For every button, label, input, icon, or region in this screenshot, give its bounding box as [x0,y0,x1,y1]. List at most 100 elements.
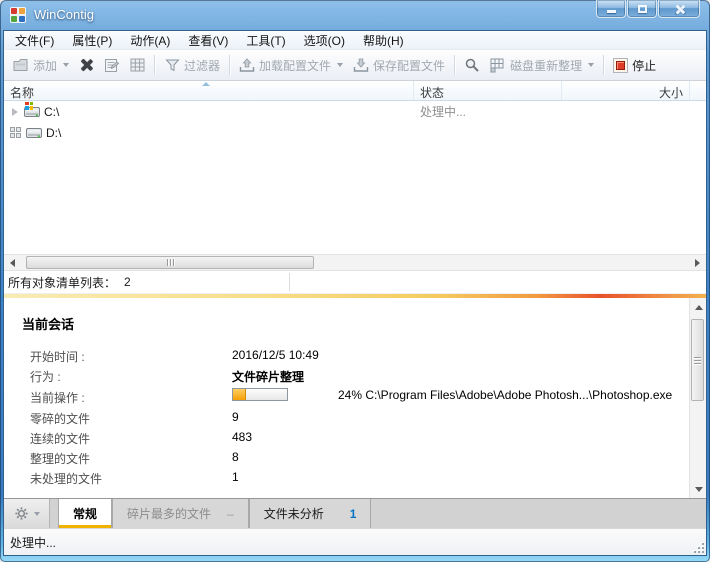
list-item-drive-c[interactable]: C:\ 处理中... [4,101,706,122]
fragmented-files-value: 9 [232,410,239,424]
tab-options-button[interactable] [4,499,50,528]
vertical-scrollbar [689,298,706,498]
client-area: 文件(F) 属性(P) 动作(A) 查看(V) 工具(T) 选项(O) 帮助(H… [3,30,707,556]
operation-progress-bar [232,388,288,401]
app-icon-green-cell [11,16,17,22]
drive-c-name-cell: C:\ [4,101,414,120]
app-icon-orange-cell [19,8,25,14]
add-button[interactable]: 添加 [8,54,74,77]
tab-unanalyzed-label: 文件未分析 [263,507,324,521]
chevron-down-icon[interactable] [337,63,344,67]
window-controls [595,0,700,18]
view-grid-button[interactable] [124,54,150,76]
defragmented-files-label: 整理的文件 [30,452,91,466]
scroll-up-button[interactable] [690,300,706,315]
stop-button[interactable]: 停止 [608,54,661,77]
note-icon [103,57,119,73]
scroll-down-button[interactable] [690,482,706,497]
windows-flag-icon [25,101,33,110]
action-label: 行为 : [30,370,61,384]
menu-action[interactable]: 动作(A) [121,31,179,50]
tab-most-fragmented[interactable]: 碎片最多的文件 – [112,499,249,528]
defrag-button[interactable]: 磁盘重新整理 [485,54,599,77]
toolbar-separator [154,55,156,75]
funnel-icon [164,57,180,73]
arrow-down-icon [694,487,703,492]
magnifier-icon [464,57,480,73]
unprocessed-files-label: 未处理的文件 [30,472,103,486]
resize-grip[interactable] [692,541,704,553]
filter-button[interactable]: 过滤器 [159,54,225,77]
block-grid-icon [490,57,506,73]
start-time-value: 2016/12/5 10:49 [232,348,319,362]
defrag-button-label: 磁盘重新整理 [510,58,583,73]
column-header-size[interactable]: 大小 [562,81,690,100]
arrow-up-icon [694,305,703,310]
action-value: 文件碎片整理 [232,370,305,384]
tray-arrow-down-icon [353,57,369,73]
load-profile-label: 加载配置文件 [259,58,332,73]
properties-button[interactable] [98,54,124,76]
minimize-icon [607,10,616,13]
menu-properties[interactable]: 属性(P) [63,31,121,50]
list-item-drive-d[interactable]: D:\ [4,122,706,143]
tab-general[interactable]: 常规 [58,499,113,528]
contiguous-files-value: 483 [232,430,253,444]
horizontal-scrollbar [4,254,706,271]
load-profile-button[interactable]: 加载配置文件 [234,54,348,77]
column-header-status[interactable]: 状态 [414,81,562,100]
chevron-down-icon[interactable] [588,63,595,67]
stop-red-square-icon [613,57,629,73]
menu-tools[interactable]: 工具(T) [237,31,294,50]
stop-button-label: 停止 [632,58,657,73]
minimize-button[interactable] [596,0,626,18]
summary-divider [289,273,290,291]
save-profile-button[interactable]: 保存配置文件 [348,54,450,77]
window-title: WinContig [34,7,94,22]
maximize-button[interactable] [627,0,657,18]
vertical-scrollbar-thumb[interactable] [691,319,704,401]
status-text: 处理中... [10,535,57,550]
menu-file[interactable]: 文件(F) [6,31,63,50]
arrow-left-icon [10,258,15,267]
gear-icon [13,506,29,522]
analyze-button[interactable] [459,54,485,76]
sort-triangle-up-icon [202,82,210,86]
drive-c-status: 处理中... [420,105,467,119]
tab-general-label: 常规 [73,507,98,521]
bottom-tab-bar: 常规 碎片最多的文件 – 文件未分析 1 [4,498,706,528]
fragmented-files-label: 零碎的文件 [30,412,91,426]
expand-triangle-right-icon[interactable] [12,107,18,116]
contiguous-files-label: 连续的文件 [30,432,91,446]
tab-most-fragmented-label: 碎片最多的文件 [127,507,212,521]
drive-list: C:\ 处理中... D:\ [4,101,706,254]
menu-bar: 文件(F) 属性(P) 动作(A) 查看(V) 工具(T) 选项(O) 帮助(H… [4,31,706,50]
title-bar[interactable]: WinContig [0,0,710,30]
list-header: 名称 状态 大小 [4,81,706,101]
chevron-down-icon[interactable] [63,63,70,67]
scroll-right-button[interactable] [689,255,706,270]
menu-view[interactable]: 查看(V) [179,31,237,50]
toolbar-separator [229,55,231,75]
drive-d-label: D:\ [46,125,62,140]
grid-icon [129,57,145,73]
tab-most-fragmented-suffix: – [227,506,234,521]
scroll-left-button[interactable] [4,255,21,270]
x-mark-icon [79,58,93,72]
close-button[interactable] [658,0,700,18]
maximize-icon [638,5,647,13]
menu-help[interactable]: 帮助(H) [354,31,413,50]
horizontal-scrollbar-thumb[interactable] [26,256,314,269]
working-square-grid-icon [10,127,21,138]
toolbar: 添加 过滤器 加载配置文件 保存配置文件 磁盘重新整理 停止 [4,50,706,81]
tab-unanalyzed[interactable]: 文件未分析 1 [248,499,372,528]
remove-button[interactable] [74,55,98,75]
session-heading: 当前会话 [22,317,75,332]
hard-disk-icon [26,125,42,141]
arrow-right-icon [695,258,700,267]
menu-options[interactable]: 选项(O) [295,31,354,50]
start-time-label: 开始时间 : [30,350,85,364]
folder-icon [13,57,29,73]
drive-c-label: C:\ [44,104,60,119]
save-profile-label: 保存配置文件 [373,58,446,73]
